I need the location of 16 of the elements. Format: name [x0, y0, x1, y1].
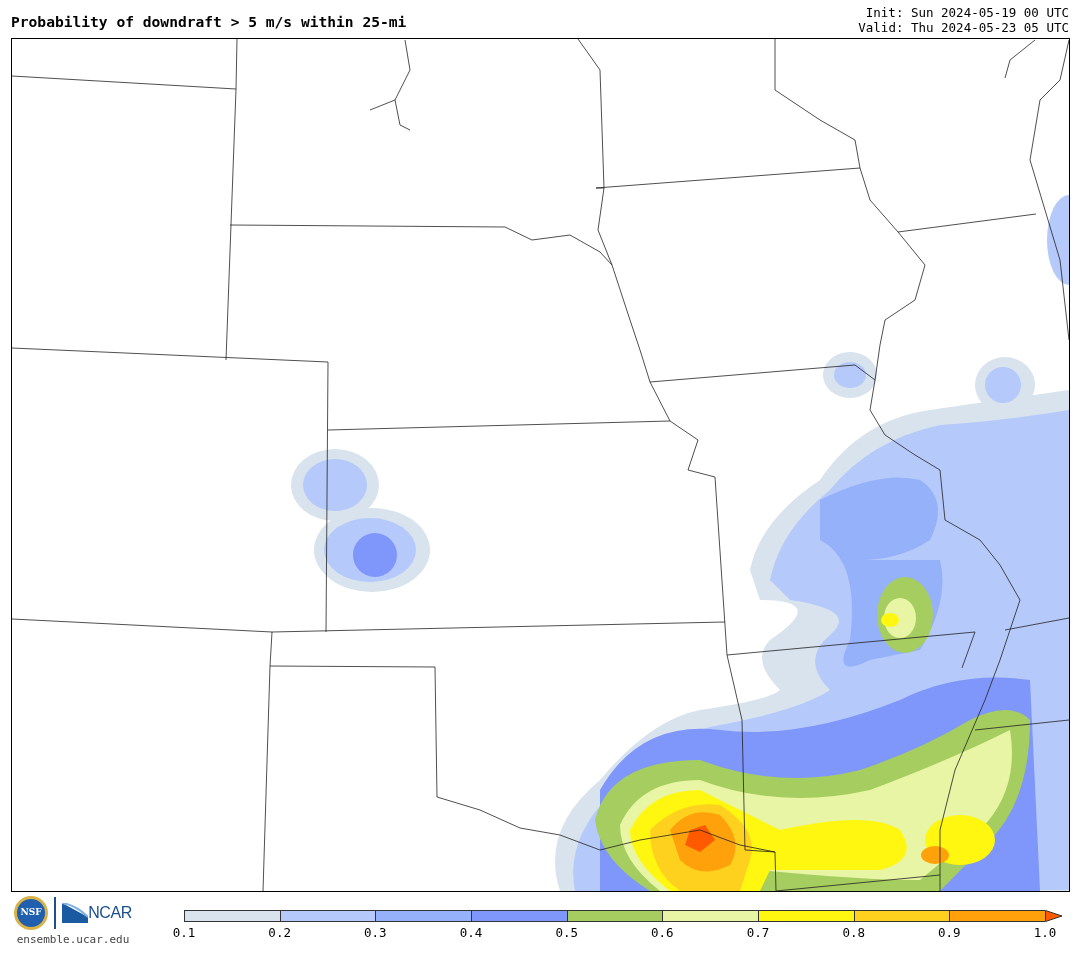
- tick-label: 0.8: [842, 927, 865, 940]
- nsf-logo: NSF: [14, 896, 49, 930]
- chart-title: Probability of downdraft > 5 m/s within 25-mi: [11, 15, 407, 33]
- valid-time: Valid: Thu 2024-05-23 05 UTC: [858, 20, 1069, 35]
- tick-label: 1.0: [1033, 927, 1057, 940]
- tick-label: 0.9: [938, 927, 961, 940]
- tick-label: 0.4: [459, 927, 483, 940]
- tick-label: 0.2: [268, 927, 291, 940]
- init-time: Init: Sun 2024-05-19 00 UTC: [865, 6, 1069, 21]
- website-url: ensemble.ucar.edu: [16, 932, 130, 948]
- ncar-logo: NCAR: [62, 901, 132, 925]
- tick-label: 0.7: [746, 927, 770, 940]
- tick-label: 0.6: [651, 927, 674, 940]
- tick-label: 0.3: [364, 927, 387, 940]
- tick-label: 0.1: [172, 927, 196, 940]
- tick-label: 0.5: [555, 927, 578, 940]
